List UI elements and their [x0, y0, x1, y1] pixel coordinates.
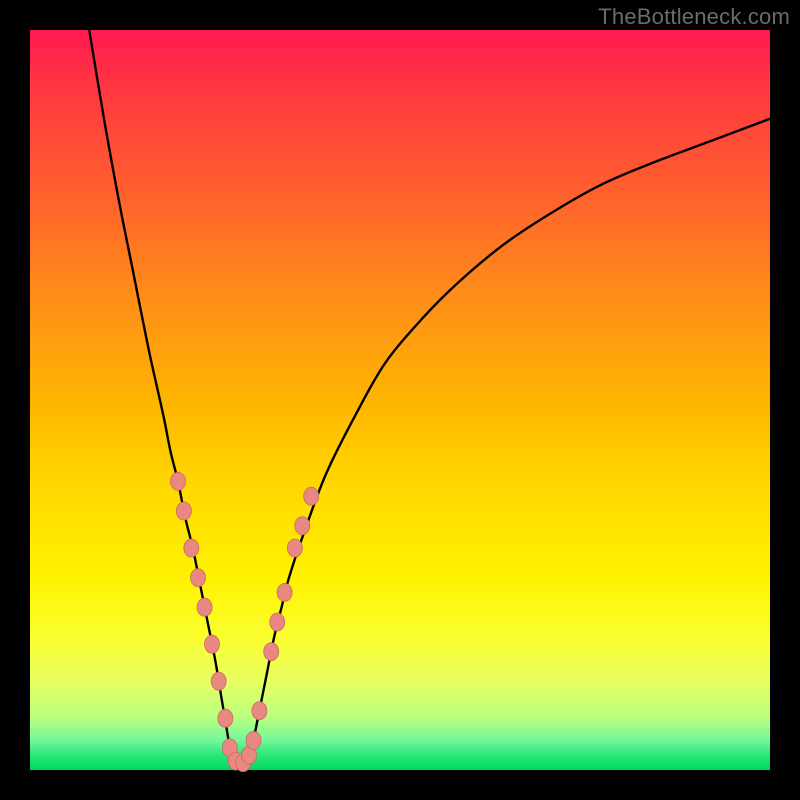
data-marker [270, 613, 285, 631]
chart-frame: TheBottleneck.com [0, 0, 800, 800]
data-marker [287, 539, 302, 557]
data-marker [304, 487, 319, 505]
marker-group [171, 472, 319, 771]
data-marker [171, 472, 186, 490]
watermark-text: TheBottleneck.com [598, 4, 790, 30]
data-marker [176, 502, 191, 520]
chart-svg [30, 30, 770, 770]
data-marker [211, 672, 226, 690]
data-marker [197, 598, 212, 616]
data-marker [277, 583, 292, 601]
data-marker [252, 702, 267, 720]
data-marker [218, 709, 233, 727]
data-marker [184, 539, 199, 557]
data-marker [205, 635, 220, 653]
curve-right [252, 119, 770, 748]
data-marker [246, 731, 261, 749]
data-marker [191, 569, 206, 587]
data-marker [295, 517, 310, 535]
chart-plot-area [30, 30, 770, 770]
data-marker [264, 643, 279, 661]
